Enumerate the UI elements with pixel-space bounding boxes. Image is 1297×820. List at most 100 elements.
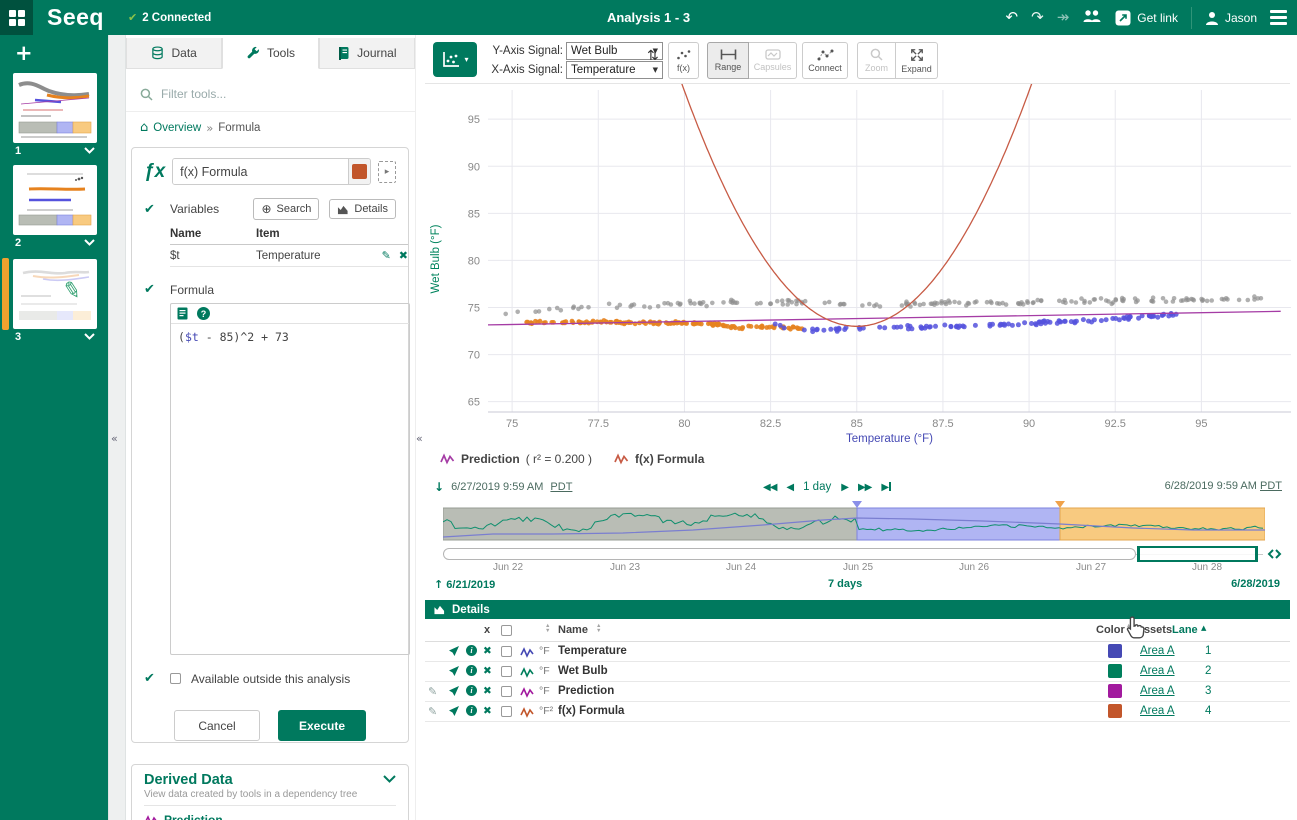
range-button[interactable]: Range [707,42,749,79]
item-checkbox[interactable] [501,706,512,717]
worksheet-thumbnail-3[interactable]: ✎ [13,259,97,329]
tab-tools[interactable]: Tools [222,38,318,69]
name-column-header[interactable]: Name [558,624,588,636]
timezone-link[interactable]: PDT [1260,480,1282,492]
prediction-link[interactable]: Prediction [164,813,223,820]
formula-color-picker[interactable] [348,159,370,184]
swap-axes-button[interactable]: ⇅ [647,48,659,64]
item-asset-link[interactable]: Area A [1140,665,1175,677]
details-row[interactable]: ✎ i ✖ °F Temperature Area A 1 [425,642,1290,662]
item-color-swatch[interactable] [1108,684,1122,698]
variable-details-button[interactable]: Details [329,199,396,219]
connect-button[interactable]: Connect [802,42,848,79]
tab-data[interactable]: Data [126,38,222,69]
trend-item-icon[interactable] [448,685,460,700]
get-link-button[interactable]: Get link [1115,10,1178,26]
investigate-start[interactable]: ↑ 6/21/2019 [434,578,495,591]
select-all-checkbox[interactable] [501,625,512,636]
forward-all-button[interactable]: ↠ [1057,10,1070,25]
undo-button[interactable]: ↶ [1006,10,1019,25]
item-info-icon[interactable]: i [466,685,477,696]
range-end[interactable]: 6/28/2019 9:59 AM PDT [1165,480,1282,492]
worksheet-thumbnail-1[interactable] [13,73,97,143]
legend-fx-formula[interactable]: f(x) Formula [614,452,704,466]
user-menu[interactable]: Jason [1205,11,1257,25]
step-back-button[interactable]: ◀ [786,482,793,493]
step-forward-button[interactable]: ▶ [841,482,848,493]
range-start[interactable]: ↓ 6/27/2019 9:59 AM PDT [434,480,572,494]
investigate-end[interactable]: 6/28/2019 [1231,578,1280,590]
variable-search-button[interactable]: ⊕ Search [253,198,319,220]
formula-editor[interactable]: ? ($t - 85)^2 + 73 [170,303,410,655]
fx-scatter-button[interactable]: f(x) [668,42,699,79]
connection-status[interactable]: ✔ 2 Connected [128,11,211,24]
remove-item-icon[interactable]: ✖ [483,685,492,697]
lane-column-header[interactable]: Lane [1172,624,1198,636]
worksheet-thumbnail-2[interactable] [13,165,97,235]
edit-item-icon[interactable]: ✎ [428,705,437,718]
remove-item-icon[interactable]: ✖ [483,645,492,657]
item-info-icon[interactable]: i [466,705,477,716]
formula-help-icon[interactable]: ? [197,307,210,320]
tab-journal[interactable]: Journal [319,38,415,69]
scrollbar-range-handle[interactable] [1137,546,1258,562]
item-asset-link[interactable]: Area A [1140,685,1175,697]
details-panel-header[interactable]: Details [425,600,1290,619]
trend-timebar[interactable] [443,500,1265,542]
trend-item-icon[interactable] [448,645,460,660]
trend-item-icon[interactable] [448,705,460,720]
formula-code[interactable]: ($t - 85)^2 + 73 [171,324,409,350]
investigate-duration[interactable]: 7 days [828,578,862,590]
remove-item-icon[interactable]: ✖ [483,705,492,717]
item-checkbox[interactable] [501,666,512,677]
cancel-button[interactable]: Cancel [174,710,260,741]
worksheet-2-chevron-icon[interactable] [84,239,95,246]
item-color-swatch[interactable] [1108,704,1122,718]
remove-variable-icon[interactable]: ✖ [399,249,408,262]
collapse-tools-panel-handle[interactable]: « [416,432,423,445]
zoom-button[interactable]: Zoom [857,42,896,79]
collapse-sidebar-handle[interactable]: « [111,432,118,445]
item-checkbox[interactable] [501,646,512,657]
details-row[interactable]: ✎ i ✖ °F Prediction Area A 3 [425,682,1290,702]
item-color-swatch[interactable] [1108,644,1122,658]
scatter-chart[interactable]: 7577.58082.58587.59092.59565707580859095… [425,84,1293,448]
expand-range-icon[interactable] [1267,547,1282,561]
sort-icon[interactable]: ▲▼ [545,624,550,633]
main-menu-button[interactable] [1270,10,1287,25]
remove-item-icon[interactable]: ✖ [483,665,492,677]
timezone-link[interactable]: PDT [550,481,572,493]
step-size-label[interactable]: 1 day [803,481,831,493]
execute-button[interactable]: Execute [278,710,366,741]
legend-prediction[interactable]: Prediction ( r² = 0.200 ) [440,452,592,466]
redo-button[interactable]: ↷ [1031,10,1044,25]
item-asset-link[interactable]: Area A [1140,705,1175,717]
app-grid-button[interactable] [0,0,33,35]
derived-data-collapse-icon[interactable] [383,775,396,783]
color-column-header[interactable]: Color [1096,624,1125,636]
capsules-button[interactable]: Capsules [749,42,797,79]
chart-type-button[interactable]: ▾ [433,42,477,77]
available-outside-checkbox[interactable] [170,673,181,684]
step-to-end-button[interactable]: ▶ [881,482,891,493]
edit-variable-icon[interactable]: ✎ [382,249,391,262]
item-color-swatch[interactable] [1108,664,1122,678]
dock-panel-button[interactable]: ▸ [378,161,396,183]
collaborators-button[interactable] [1082,9,1102,26]
sort-icon[interactable]: ▲▼ [596,624,601,633]
step-forward-fast-button[interactable]: ▶▶ [858,482,871,493]
filter-tools-input[interactable] [161,87,371,101]
worksheet-3-chevron-icon[interactable] [84,333,95,340]
trend-item-icon[interactable] [448,665,460,680]
edit-item-icon[interactable]: ✎ [428,685,437,698]
item-info-icon[interactable]: i [466,645,477,656]
home-icon[interactable]: ⌂ [140,120,148,135]
new-worksheet-button[interactable]: + [15,41,33,65]
item-asset-link[interactable]: Area A [1140,645,1175,657]
scrollbar-track[interactable] [443,548,1136,560]
worksheet-1-chevron-icon[interactable] [84,147,95,154]
breadcrumb-overview-link[interactable]: Overview [153,122,201,134]
details-row[interactable]: ✎ i ✖ °F² f(x) Formula Area A 4 [425,702,1290,722]
expand-button[interactable]: Expand [896,42,938,79]
formula-name-input[interactable] [173,159,348,184]
